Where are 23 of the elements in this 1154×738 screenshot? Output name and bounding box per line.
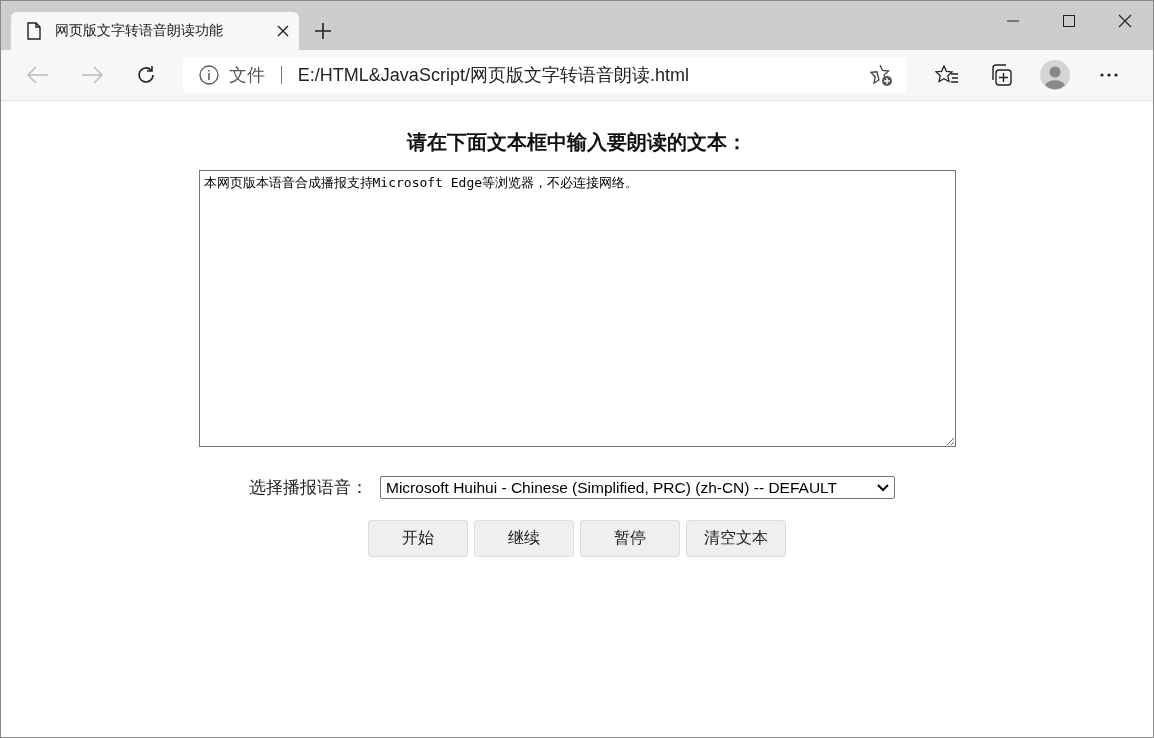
more-menu-icon[interactable] [1100, 73, 1119, 77]
page-icon [27, 22, 41, 40]
action-button[interactable]: 继续 [474, 520, 574, 557]
address-bar[interactable]: 文件 E:/HTML&JavaScript/网页版文字转语音朗读.html [182, 57, 906, 93]
action-button[interactable]: 清空文本 [686, 520, 786, 557]
browser-tab[interactable]: 网页版文字转语音朗读功能 [11, 12, 299, 50]
favorites-icon[interactable] [934, 64, 959, 86]
text-input-area[interactable]: 本网页版本语音合成播报支持Microsoft Edge等浏览器，不必连接网络。 [198, 170, 956, 447]
action-button[interactable]: 暂停 [580, 520, 680, 557]
maximize-icon[interactable] [1063, 14, 1075, 27]
voice-select[interactable]: Microsoft Huihui - Chinese (Simplified, PRC) (zh-CN) -- DEFAULT [380, 476, 895, 499]
profile-avatar[interactable] [1040, 60, 1071, 90]
security-label: 文件 [228, 64, 265, 87]
dropdown-caret-icon [877, 483, 889, 492]
action-button[interactable]: 开始 [368, 520, 468, 557]
page-heading: 请在下面文本框中输入要朗读的文本： [407, 130, 747, 155]
voice-label: 选择播报语音： [249, 477, 368, 499]
tab-title: 网页版文字转语音朗读功能 [55, 22, 224, 40]
close-tab-icon[interactable] [277, 25, 289, 37]
new-tab-icon[interactable] [313, 21, 333, 41]
url-text: E:/HTML&JavaScript/网页版文字转语音朗读.html [297, 64, 689, 87]
info-icon [198, 65, 219, 85]
close-icon[interactable] [1118, 13, 1132, 28]
